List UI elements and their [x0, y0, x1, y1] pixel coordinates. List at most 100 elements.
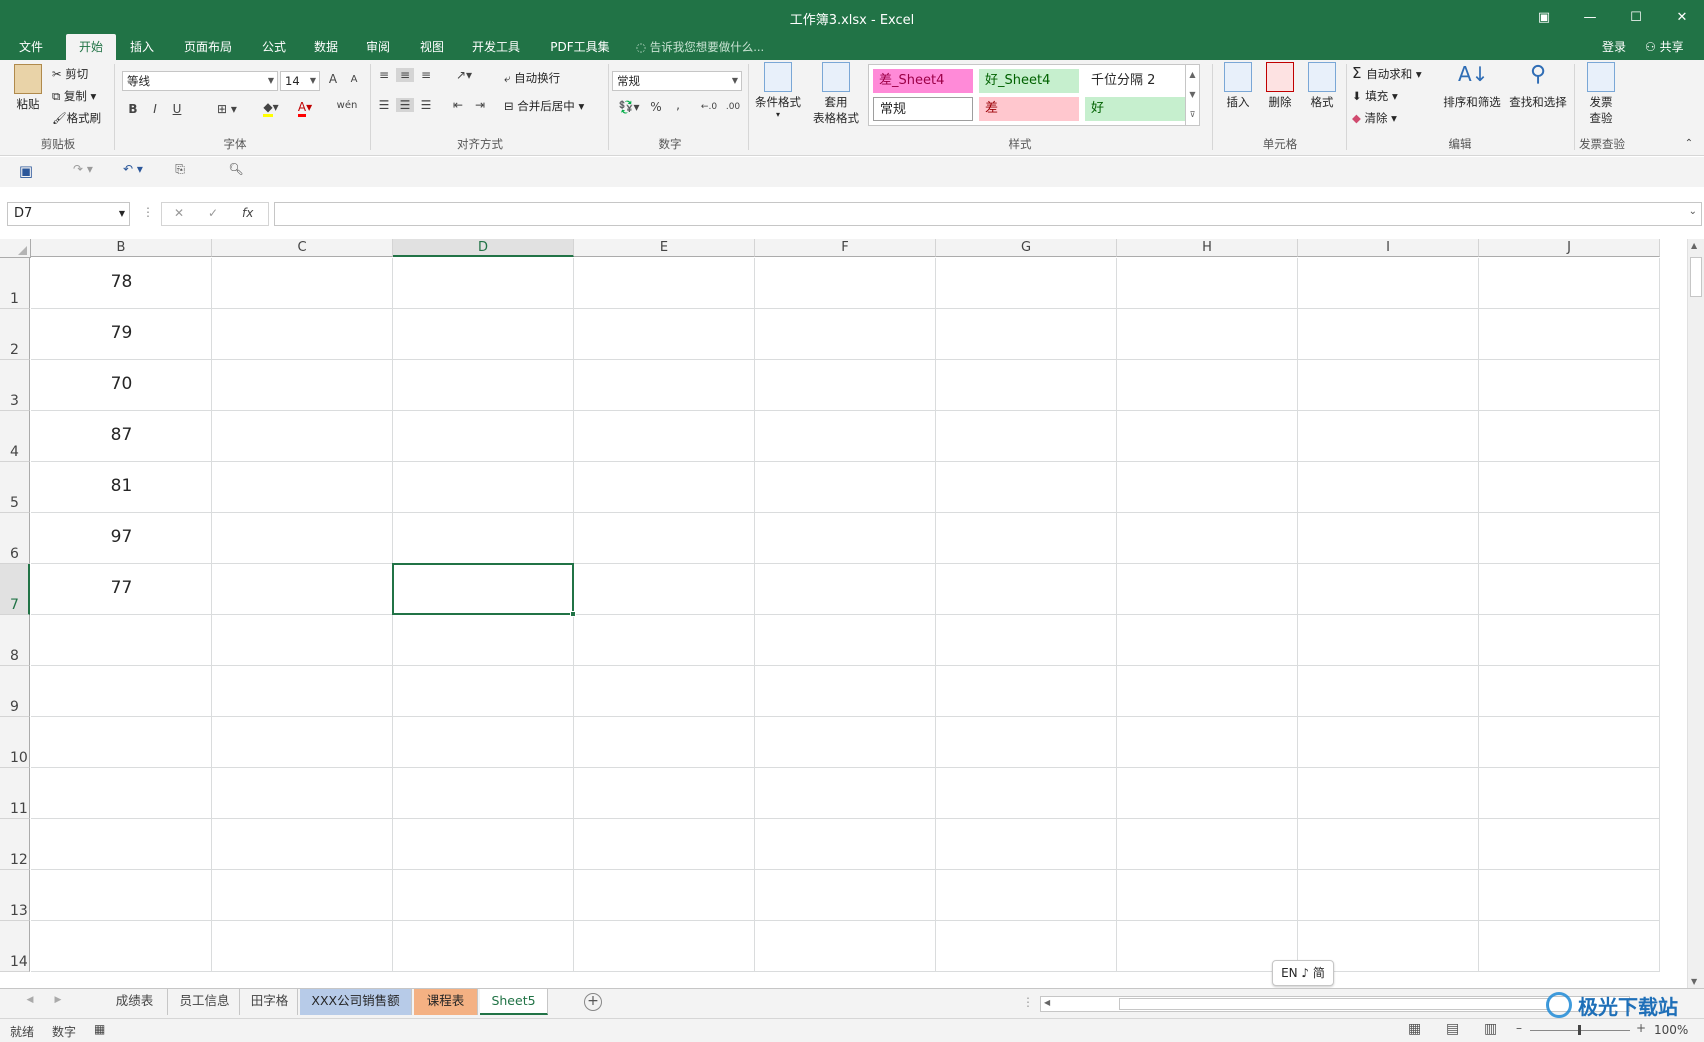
clear-button[interactable]: ◆ 清除 ▾: [1352, 110, 1397, 126]
cancel-icon[interactable]: ✕: [174, 206, 184, 220]
row-header-1[interactable]: 1: [0, 258, 30, 309]
sheet-tab-3[interactable]: 田字格: [242, 989, 298, 1015]
scroll-left-icon[interactable]: ◀: [1044, 998, 1050, 1007]
sort-filter-button[interactable]: A↓ 排序和筛选: [1440, 62, 1504, 110]
copy-button[interactable]: ⧉ 复制 ▾: [52, 88, 96, 104]
tab-developer[interactable]: 开发工具: [466, 34, 526, 60]
zoom-in-icon[interactable]: +: [1636, 1021, 1646, 1035]
maximize-button[interactable]: ☐: [1616, 6, 1656, 30]
zoom-out-icon[interactable]: –: [1516, 1021, 1522, 1035]
close-button[interactable]: ✕: [1662, 6, 1702, 30]
tab-home[interactable]: 开始: [66, 34, 116, 60]
zoom-level[interactable]: 100%: [1654, 1023, 1688, 1037]
tab-formulas[interactable]: 公式: [254, 34, 294, 60]
save-icon[interactable]: ▣: [16, 162, 36, 180]
decrease-decimal-icon[interactable]: .00: [722, 102, 744, 112]
column-header-i[interactable]: I: [1298, 239, 1479, 257]
font-color-icon[interactable]: A▾: [290, 100, 320, 117]
active-cell-d7[interactable]: [392, 563, 576, 617]
tab-data[interactable]: 数据: [306, 34, 346, 60]
delete-cells-button[interactable]: 删除: [1260, 62, 1300, 110]
row-header-2[interactable]: 2: [0, 309, 30, 360]
horizontal-scrollbar[interactable]: ◀: [1040, 996, 1630, 1012]
cell-b1[interactable]: 78: [31, 272, 212, 292]
format-painter-button[interactable]: 🖌格式刷: [52, 110, 101, 126]
page-break-view-icon[interactable]: ▥: [1484, 1021, 1497, 1037]
column-header-f[interactable]: F: [755, 239, 936, 257]
h-scroll-thumb[interactable]: [1119, 998, 1549, 1010]
next-sheet-icon[interactable]: ▶: [52, 995, 64, 1005]
cell-b3[interactable]: 70: [31, 374, 212, 394]
align-middle-icon[interactable]: ≡: [396, 68, 414, 82]
tab-split-grip-icon[interactable]: ⋮: [1022, 995, 1034, 1009]
increase-indent-icon[interactable]: ⇥: [472, 98, 488, 112]
ime-indicator[interactable]: EN ♪ 简: [1272, 960, 1334, 986]
vertical-scrollbar[interactable]: ▲ ▼: [1687, 239, 1704, 988]
gallery-scroll[interactable]: ▲ ▼ ⊽: [1185, 65, 1199, 125]
cut-button[interactable]: ✂ 剪切: [52, 66, 88, 82]
tab-view[interactable]: 视图: [412, 34, 452, 60]
ribbon-display-icon[interactable]: ▣: [1524, 6, 1564, 30]
cell-b2[interactable]: 79: [31, 323, 212, 343]
prev-sheet-icon[interactable]: ◀: [24, 995, 36, 1005]
conditional-format-button[interactable]: 条件格式 ▾: [752, 62, 804, 119]
font-name-select[interactable]: 等线 ▼: [122, 71, 278, 91]
column-header-b[interactable]: B: [31, 239, 212, 257]
shrink-font-icon[interactable]: A: [348, 74, 360, 85]
fill-color-icon[interactable]: ◆▾: [256, 100, 286, 117]
row-header-4[interactable]: 4: [0, 411, 30, 462]
italic-button[interactable]: I: [148, 102, 162, 116]
column-header-c[interactable]: C: [212, 239, 393, 257]
phonetic-icon[interactable]: wén: [332, 100, 362, 111]
macro-record-icon[interactable]: ▦: [94, 1022, 105, 1036]
style-good[interactable]: 好: [1085, 97, 1185, 121]
fill-button[interactable]: ⬇ 填充 ▾: [1352, 88, 1398, 104]
page-layout-view-icon[interactable]: ▤: [1446, 1021, 1459, 1037]
sheet-tab-2[interactable]: 员工信息: [170, 989, 240, 1015]
scroll-up-icon[interactable]: ▲: [1691, 241, 1697, 250]
undo-icon[interactable]: ↶ ▾: [116, 162, 150, 176]
row-header-10[interactable]: 10: [0, 717, 30, 768]
row-header-11[interactable]: 11: [0, 768, 30, 819]
orientation-icon[interactable]: ↗▾: [450, 68, 478, 82]
row-header-8[interactable]: 8: [0, 615, 30, 666]
sheet-tab-6[interactable]: Sheet5: [480, 989, 548, 1015]
column-header-h[interactable]: H: [1117, 239, 1298, 257]
merge-center-button[interactable]: ⊟ 合并后居中 ▾: [504, 98, 584, 114]
grow-font-icon[interactable]: A: [326, 72, 340, 86]
paste-button[interactable]: 粘贴: [8, 64, 48, 112]
style-normal[interactable]: 常规: [873, 97, 973, 121]
style-bad[interactable]: 差: [979, 97, 1079, 121]
tab-insert[interactable]: 插入: [122, 34, 162, 60]
minimize-button[interactable]: —: [1570, 6, 1610, 30]
align-left-icon[interactable]: ☰: [376, 98, 392, 112]
fill-handle[interactable]: [570, 611, 576, 617]
enter-icon[interactable]: ✓: [208, 206, 218, 220]
cell-b5[interactable]: 81: [31, 476, 212, 496]
scroll-thumb[interactable]: [1690, 257, 1702, 297]
scroll-down-icon[interactable]: ▼: [1691, 977, 1697, 986]
accounting-icon[interactable]: 💱▾: [614, 100, 644, 114]
zoom-slider-thumb[interactable]: [1578, 1025, 1581, 1035]
sheet-tab-5[interactable]: 课程表: [414, 989, 478, 1015]
decrease-indent-icon[interactable]: ⇤: [450, 98, 466, 112]
increase-decimal-icon[interactable]: ←.0: [698, 102, 720, 112]
add-sheet-button[interactable]: +: [584, 993, 602, 1011]
tell-me-box[interactable]: ◌ 告诉我您想要做什么...: [636, 34, 764, 60]
align-right-icon[interactable]: ☰: [418, 98, 434, 112]
row-header-5[interactable]: 5: [0, 462, 30, 513]
row-header-3[interactable]: 3: [0, 360, 30, 411]
wrap-text-button[interactable]: ⤶ 自动换行: [504, 70, 560, 86]
row-header-6[interactable]: 6: [0, 513, 30, 564]
cell-b7[interactable]: 77: [31, 578, 212, 598]
invoice-check-button[interactable]: 发票 查验: [1584, 62, 1618, 126]
row-header-9[interactable]: 9: [0, 666, 30, 717]
redo-icon[interactable]: ↷ ▾: [66, 162, 100, 176]
formula-input[interactable]: ⌄: [274, 202, 1702, 226]
magnifier-icon[interactable]: 🔍︎: [226, 162, 246, 176]
collapse-ribbon-icon[interactable]: ⌃: [1682, 138, 1696, 149]
autosum-button[interactable]: Σ 自动求和 ▾: [1352, 64, 1422, 82]
style-bad-sheet4[interactable]: 差_Sheet4: [873, 69, 973, 93]
worksheet-grid[interactable]: BCDEFGHIJ 1 2 3 4 5 6 7 8 9 10 11 12 13 14 78 79 70 87 81…: [0, 239, 1704, 988]
borders-icon[interactable]: ⊞ ▾: [212, 102, 242, 116]
